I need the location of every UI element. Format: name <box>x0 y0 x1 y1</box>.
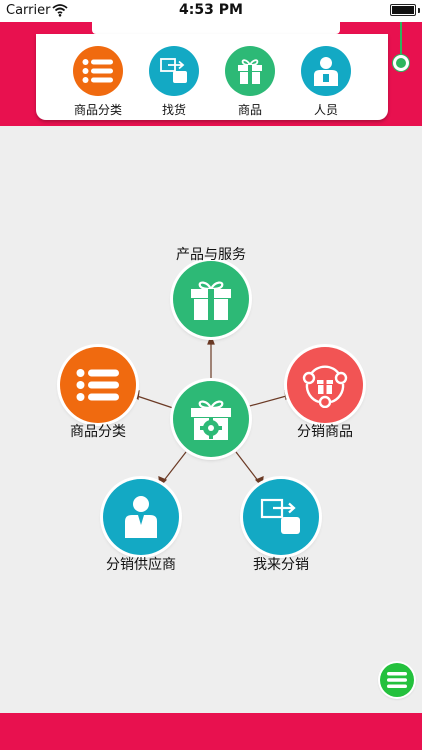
hub-label-i-distribute: 我来分销 <box>253 557 309 573</box>
status-bar: Carrier 4:53 PM <box>0 0 422 22</box>
hub-label-products-services: 产品与服务 <box>176 247 246 263</box>
nav-item-goods[interactable]: 商品 <box>212 46 288 118</box>
hub-node-products-services[interactable] <box>173 261 249 337</box>
menu-fab[interactable] <box>380 663 414 697</box>
connector-bottom-left <box>161 451 187 484</box>
bottom-banner <box>0 713 422 750</box>
top-nav-panel: 商品分类 找货 商品 人员 <box>36 34 388 120</box>
list-icon <box>76 369 119 401</box>
nav-icon-circle <box>301 46 351 96</box>
nav-item-find-goods[interactable]: 找货 <box>136 46 212 118</box>
nav-icon-circle <box>73 46 123 96</box>
hamburger-icon <box>387 672 407 688</box>
nav-label: 人员 <box>313 103 338 117</box>
nav-item-category[interactable]: 商品分类 <box>60 46 136 118</box>
list-icon <box>82 59 113 83</box>
hub-node-i-distribute[interactable] <box>243 479 319 555</box>
hub-node-distribution-goods[interactable] <box>287 347 363 423</box>
nav-item-staff[interactable]: 人员 <box>288 46 364 118</box>
transfer-icon <box>260 498 300 534</box>
hub-label-distribution-goods: 分销商品 <box>297 424 353 440</box>
battery-icon <box>390 4 416 16</box>
hub-label-goods-category: 商品分类 <box>70 424 126 440</box>
transfer-icon <box>160 58 187 83</box>
hub-center[interactable] <box>173 381 249 457</box>
nav-label: 商品分类 <box>73 103 122 117</box>
hub-node-goods-category[interactable] <box>60 347 136 423</box>
pull-slider-knob[interactable] <box>393 55 409 71</box>
hub-node-distribution-supplier[interactable] <box>103 479 179 555</box>
nav-icon-circle <box>225 46 275 96</box>
gift-icon <box>191 281 231 320</box>
nav-label: 找货 <box>161 103 186 117</box>
connector-right <box>245 394 291 408</box>
connector-top-arrow <box>207 334 215 345</box>
battery-tip <box>418 8 420 13</box>
hub-label-distribution-supplier: 分销供应商 <box>106 557 176 573</box>
banner-tab-left <box>92 22 340 34</box>
connector-bottom-right <box>235 451 260 483</box>
nav-label: 商品 <box>237 103 262 117</box>
person-icon <box>125 496 157 538</box>
gift-icon <box>238 59 262 84</box>
gift-gear-icon <box>191 400 231 440</box>
connector-left <box>133 394 177 410</box>
person-icon <box>314 57 338 86</box>
clock: 4:53 PM <box>179 2 243 18</box>
nav-icon-circle <box>149 46 199 96</box>
share-gift-icon <box>302 365 348 408</box>
